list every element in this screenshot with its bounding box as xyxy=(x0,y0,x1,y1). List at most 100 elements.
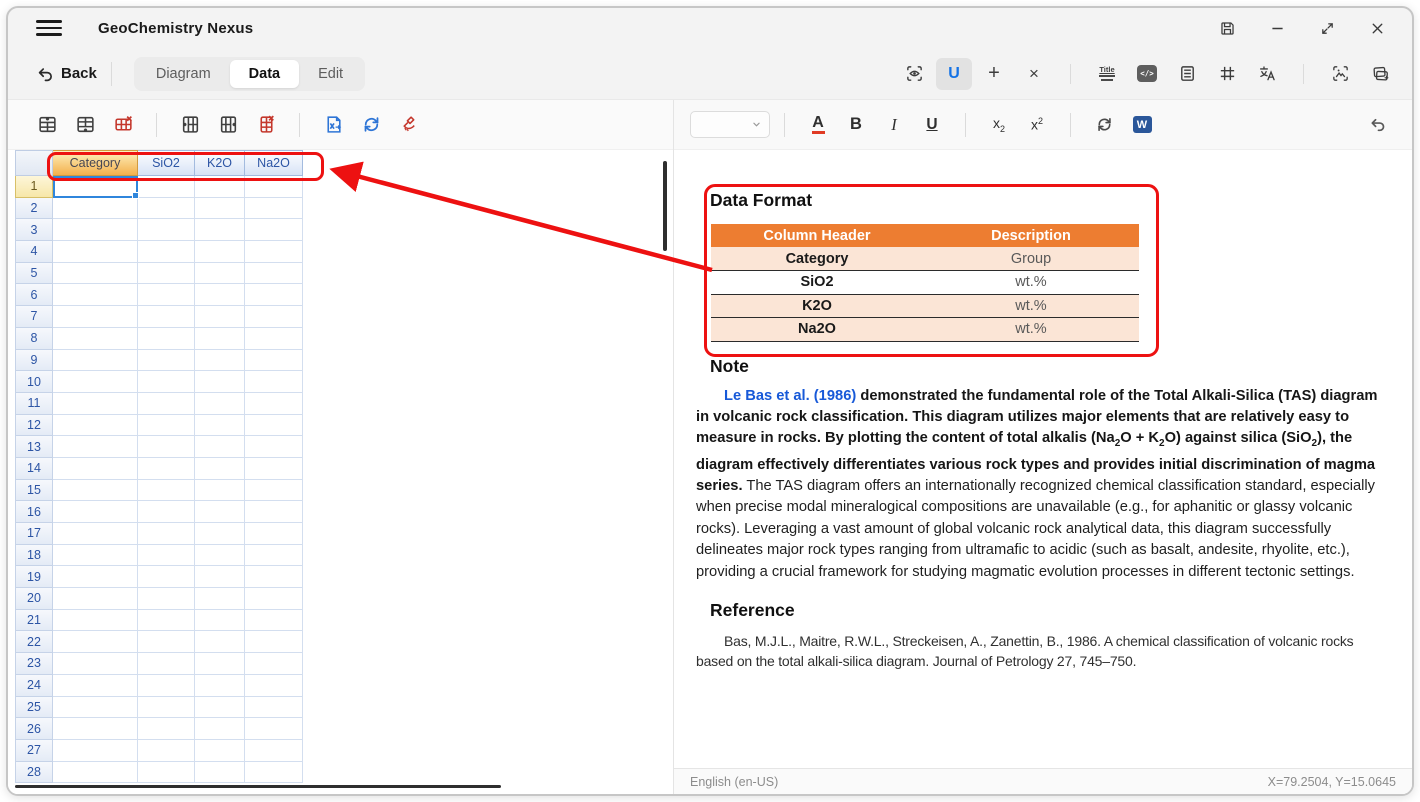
sheet-cell[interactable] xyxy=(53,328,138,350)
sheet-cell[interactable] xyxy=(195,545,245,567)
sheet-cell[interactable] xyxy=(195,480,245,502)
sheet-cell[interactable] xyxy=(138,350,195,372)
sheet-cell[interactable] xyxy=(138,718,195,740)
insert-row-below-icon[interactable] xyxy=(66,109,104,141)
tab-edit[interactable]: Edit xyxy=(299,60,362,88)
document-icon[interactable] xyxy=(1169,58,1205,90)
sheet-cell[interactable] xyxy=(195,675,245,697)
sheet-cell[interactable] xyxy=(245,198,303,220)
tab-data[interactable]: Data xyxy=(230,60,299,88)
sheet-cell[interactable] xyxy=(138,501,195,523)
sheet-cell[interactable] xyxy=(138,740,195,762)
sheet-cell[interactable] xyxy=(195,284,245,306)
citation-link[interactable]: Le Bas et al. (1986) xyxy=(724,388,856,404)
sheet-cell[interactable] xyxy=(138,697,195,719)
sheet-cell[interactable] xyxy=(195,198,245,220)
row-header-8[interactable]: 8 xyxy=(15,328,53,350)
sheet-cell[interactable] xyxy=(245,436,303,458)
sheet-cell[interactable] xyxy=(53,263,138,285)
sheet-cell[interactable] xyxy=(245,241,303,263)
sheet-cell[interactable] xyxy=(53,415,138,437)
sheet-cell[interactable] xyxy=(245,740,303,762)
sheet-cell[interactable] xyxy=(138,545,195,567)
minimize-icon[interactable] xyxy=(1260,14,1294,42)
sheet-cell[interactable] xyxy=(138,588,195,610)
sheet-cell[interactable] xyxy=(195,762,245,784)
row-header-25[interactable]: 25 xyxy=(15,697,53,719)
sheet-cell[interactable] xyxy=(195,653,245,675)
sheet-cell[interactable] xyxy=(245,176,303,198)
sheet-cell[interactable] xyxy=(138,219,195,241)
sheet-cell[interactable] xyxy=(138,566,195,588)
sheet-cell[interactable] xyxy=(138,415,195,437)
row-header-15[interactable]: 15 xyxy=(15,480,53,502)
sheet-cell[interactable] xyxy=(138,631,195,653)
sheet-cell[interactable] xyxy=(245,328,303,350)
sheet-cell[interactable] xyxy=(245,350,303,372)
sheet-cell[interactable] xyxy=(53,610,138,632)
sheet-cell[interactable] xyxy=(195,566,245,588)
remove-icon[interactable]: × xyxy=(1016,58,1052,90)
sheet-cell[interactable] xyxy=(245,566,303,588)
sheet-cell[interactable] xyxy=(53,762,138,784)
row-header-19[interactable]: 19 xyxy=(15,566,53,588)
grid-icon[interactable] xyxy=(1209,58,1245,90)
row-header-16[interactable]: 16 xyxy=(15,501,53,523)
row-header-2[interactable]: 2 xyxy=(15,198,53,220)
sheet-cell[interactable] xyxy=(195,697,245,719)
row-header-7[interactable]: 7 xyxy=(15,306,53,328)
row-header-28[interactable]: 28 xyxy=(15,762,53,784)
add-icon[interactable]: + xyxy=(976,58,1012,90)
font-color-icon[interactable]: A xyxy=(799,109,837,141)
sheet-cell[interactable] xyxy=(53,697,138,719)
sheet-cell[interactable] xyxy=(53,480,138,502)
sheet-cell[interactable] xyxy=(245,718,303,740)
sheet-cell[interactable] xyxy=(245,762,303,784)
sheet-cell[interactable] xyxy=(195,501,245,523)
sheet-cell[interactable] xyxy=(53,718,138,740)
row-header-27[interactable]: 27 xyxy=(15,740,53,762)
sheet-cell[interactable] xyxy=(138,610,195,632)
clear-sheet-icon[interactable] xyxy=(390,109,428,141)
sheet-cell[interactable] xyxy=(138,523,195,545)
sheet-cell[interactable] xyxy=(53,523,138,545)
sheet-cell[interactable] xyxy=(53,284,138,306)
import-excel-icon[interactable] xyxy=(314,109,352,141)
sheet-cell[interactable] xyxy=(53,393,138,415)
sheet-cell[interactable] xyxy=(245,371,303,393)
sheet-cell[interactable] xyxy=(195,241,245,263)
sheet-cell[interactable] xyxy=(245,675,303,697)
row-header-4[interactable]: 4 xyxy=(15,241,53,263)
sheet-cell[interactable] xyxy=(245,610,303,632)
row-header-24[interactable]: 24 xyxy=(15,675,53,697)
sheet-cell[interactable] xyxy=(245,588,303,610)
delete-column-icon[interactable] xyxy=(247,109,285,141)
code-icon[interactable]: </> xyxy=(1129,58,1165,90)
sheet-cell[interactable] xyxy=(195,306,245,328)
sheet-cell[interactable] xyxy=(195,219,245,241)
sheet-cell[interactable] xyxy=(245,393,303,415)
sheet-cell[interactable] xyxy=(138,306,195,328)
row-header-1[interactable]: 1 xyxy=(15,176,53,198)
sheet-cell[interactable] xyxy=(138,675,195,697)
row-header-23[interactable]: 23 xyxy=(15,653,53,675)
sheet-cell[interactable] xyxy=(138,762,195,784)
insert-column-right-icon[interactable] xyxy=(209,109,247,141)
sheet-cell[interactable] xyxy=(53,219,138,241)
sheet-cell[interactable] xyxy=(195,263,245,285)
horizontal-scrollbar[interactable] xyxy=(15,785,501,789)
sheet-cell[interactable] xyxy=(138,653,195,675)
sheet-cell[interactable] xyxy=(245,458,303,480)
sheet-cell[interactable] xyxy=(138,263,195,285)
photos-icon[interactable] xyxy=(1362,58,1398,90)
row-header-13[interactable]: 13 xyxy=(15,436,53,458)
sheet-cell[interactable] xyxy=(53,588,138,610)
sheet-cell[interactable] xyxy=(195,718,245,740)
column-header-k2o[interactable]: K2O xyxy=(195,150,245,176)
underline-toggle[interactable]: U xyxy=(936,58,972,90)
language-indicator[interactable]: English (en-US) xyxy=(690,775,778,789)
sheet-cell[interactable] xyxy=(195,523,245,545)
sheet-cell[interactable] xyxy=(53,306,138,328)
close-icon[interactable] xyxy=(1360,14,1394,42)
sheet-cell[interactable] xyxy=(245,219,303,241)
